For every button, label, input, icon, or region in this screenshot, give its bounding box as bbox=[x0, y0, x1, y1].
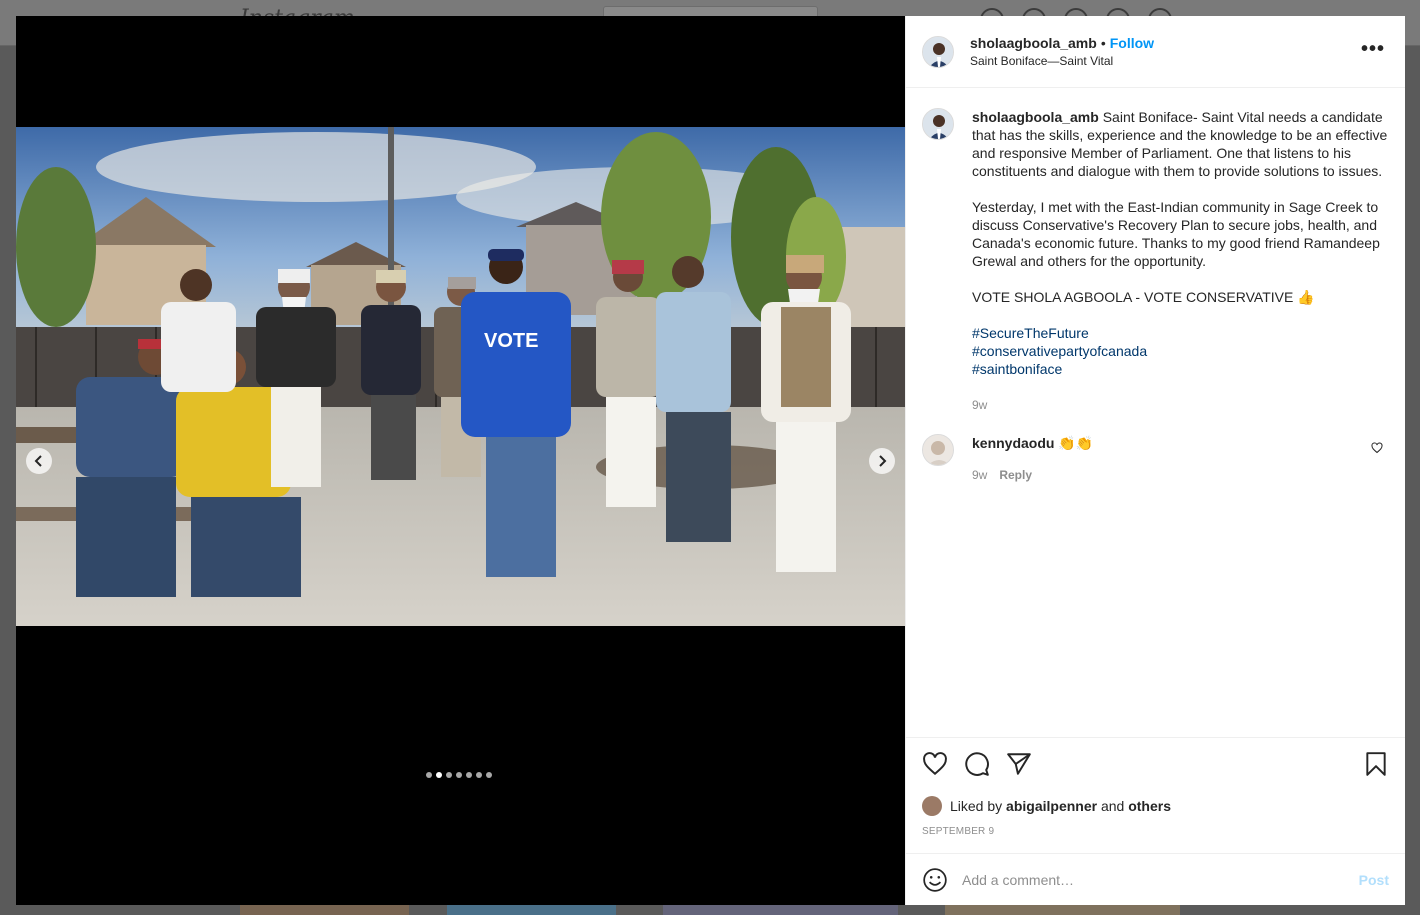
post-actions: Liked by abigailpenner and others SEPTEM… bbox=[906, 737, 1405, 853]
liker-username[interactable]: abigailpenner bbox=[1006, 798, 1097, 814]
photo-illustration: VOTE bbox=[16, 127, 905, 626]
comment-item: kennydaodu 👏👏 9w Reply bbox=[922, 434, 1389, 484]
hashtags: #SecureTheFuture #conservativepartyofcan… bbox=[972, 324, 1388, 378]
carousel-prev-button[interactable] bbox=[26, 448, 52, 474]
author-avatar[interactable] bbox=[922, 35, 954, 68]
heart-icon[interactable] bbox=[922, 751, 948, 777]
likes-summary: Liked by abigailpenner and others bbox=[922, 796, 1389, 816]
header-separator: • bbox=[1100, 34, 1106, 51]
more-options-button[interactable]: ••• bbox=[1361, 39, 1385, 59]
post-photo: VOTE bbox=[16, 127, 905, 626]
carousel-next-button[interactable] bbox=[869, 448, 895, 474]
carousel-dot bbox=[486, 772, 492, 778]
liked-and: and bbox=[1100, 798, 1125, 814]
hashtag-link[interactable]: #conservativepartyofcanada bbox=[972, 342, 1388, 360]
carousel-dot bbox=[466, 772, 472, 778]
follow-button[interactable]: Follow bbox=[1110, 35, 1154, 51]
caption-username[interactable]: sholaagboola_amb bbox=[972, 109, 1099, 125]
comment-input[interactable] bbox=[962, 871, 1359, 888]
post-media: VOTE bbox=[16, 16, 905, 905]
carousel-dot bbox=[426, 772, 432, 778]
carousel-indicator bbox=[426, 772, 492, 778]
caption: sholaagboola_amb Saint Boniface- Saint V… bbox=[922, 108, 1389, 414]
commenter-avatar[interactable] bbox=[922, 434, 954, 466]
commenter-username[interactable]: kennydaodu bbox=[972, 435, 1054, 451]
avatar-image bbox=[923, 36, 953, 67]
liked-others-link[interactable]: others bbox=[1128, 798, 1171, 814]
carousel-dot bbox=[476, 772, 482, 778]
emoji-icon[interactable] bbox=[922, 867, 948, 893]
comments-section: sholaagboola_amb Saint Boniface- Saint V… bbox=[906, 88, 1405, 737]
author-username[interactable]: sholaagboola_amb bbox=[970, 35, 1097, 51]
post-location[interactable]: Saint Boniface—Saint Vital bbox=[970, 52, 1154, 70]
avatar-image bbox=[923, 109, 953, 139]
comment-like-icon[interactable] bbox=[1371, 442, 1383, 454]
comment-icon[interactable] bbox=[964, 751, 990, 777]
chevron-right-icon bbox=[879, 455, 887, 467]
add-comment-bar: Post bbox=[906, 853, 1405, 905]
shirt-vote-text: VOTE bbox=[484, 330, 538, 352]
more-icon: ••• bbox=[1360, 38, 1385, 60]
post-comment-button[interactable]: Post bbox=[1359, 872, 1389, 888]
liker-avatar[interactable] bbox=[922, 796, 942, 816]
caption-paragraph-2: Yesterday, I met with the East-Indian co… bbox=[972, 199, 1380, 269]
carousel-dot bbox=[446, 772, 452, 778]
post-side-panel: sholaagboola_amb • Follow Saint Boniface—S… bbox=[905, 16, 1405, 905]
avatar-image bbox=[923, 435, 953, 465]
post-date[interactable]: SEPTEMBER 9 bbox=[922, 826, 1389, 837]
caption-paragraph-3: VOTE SHOLA AGBOOLA - VOTE CONSERVATIVE 👍 bbox=[972, 289, 1315, 305]
share-icon[interactable] bbox=[1006, 751, 1032, 777]
caption-age[interactable]: 9w bbox=[972, 396, 1388, 414]
post-header: sholaagboola_amb • Follow Saint Boniface—S… bbox=[906, 16, 1405, 88]
caption-avatar[interactable] bbox=[922, 108, 954, 140]
hashtag-link[interactable]: #SecureTheFuture bbox=[972, 324, 1388, 342]
hashtag-link[interactable]: #saintboniface bbox=[972, 360, 1388, 378]
reply-button[interactable]: Reply bbox=[999, 466, 1032, 484]
bookmark-icon[interactable] bbox=[1363, 751, 1389, 777]
comment-text: 👏👏 bbox=[1058, 435, 1094, 451]
comment-age[interactable]: 9w bbox=[972, 466, 987, 484]
liked-by-prefix: Liked by bbox=[950, 798, 1003, 814]
carousel-dot bbox=[456, 772, 462, 778]
post-modal: VOTE sholaagboola_amb • Follow Saint Bon… bbox=[16, 16, 1405, 905]
chevron-left-icon bbox=[34, 455, 42, 467]
carousel-dot bbox=[436, 772, 442, 778]
